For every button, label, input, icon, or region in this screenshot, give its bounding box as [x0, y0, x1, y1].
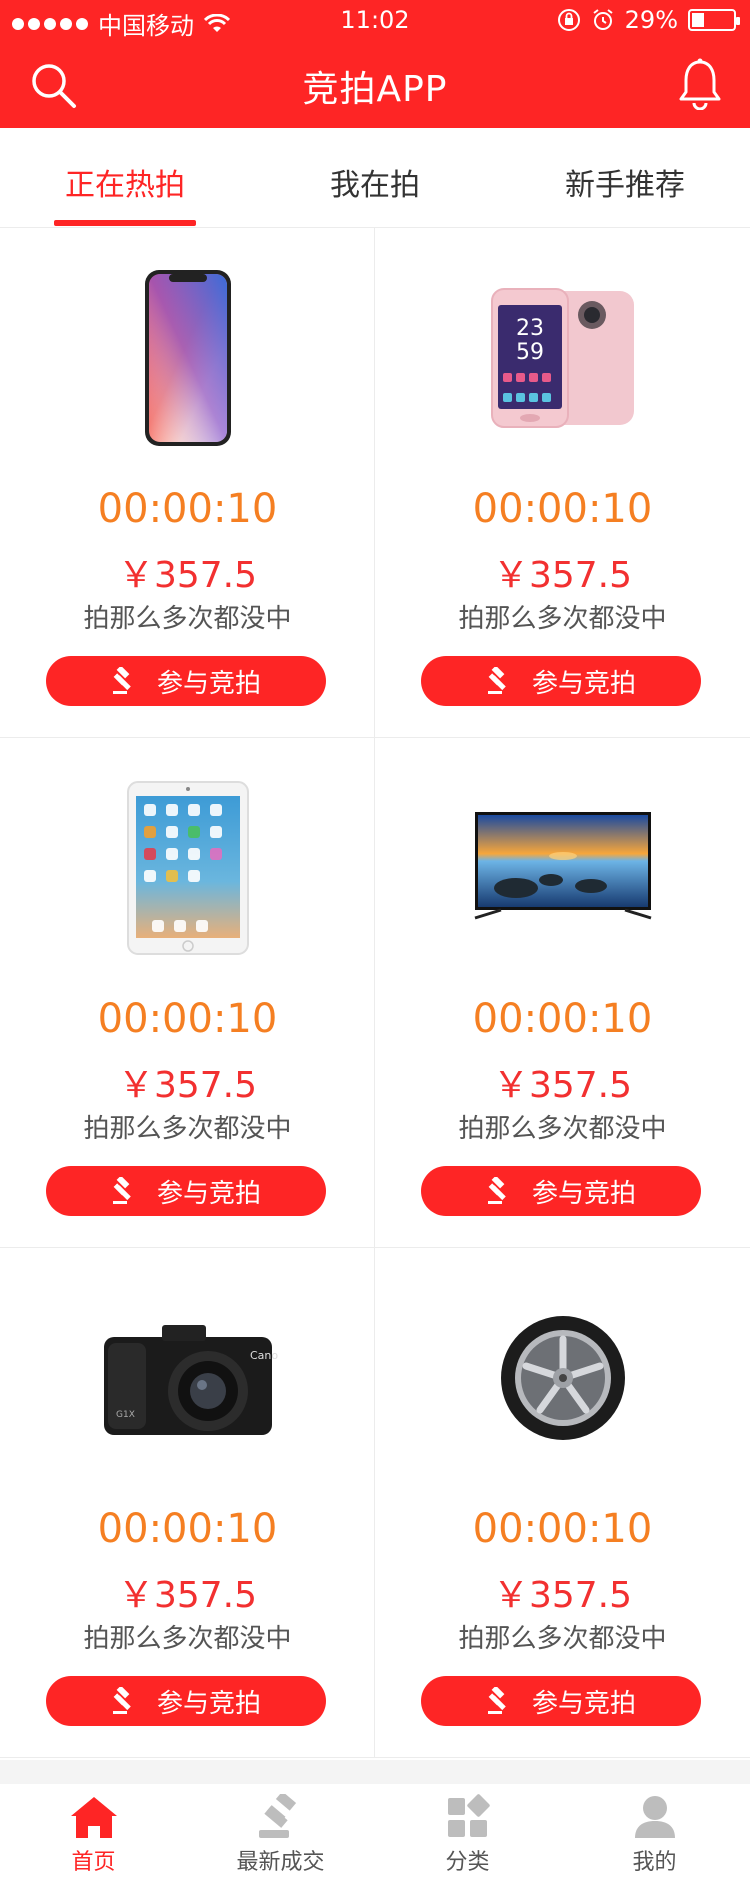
product-price: ￥357.5 — [117, 1575, 258, 1616]
product-price: ￥357.5 — [117, 1065, 258, 1106]
countdown-timer: 00:00:10 — [97, 996, 278, 1042]
tab-my-bidding[interactable]: 我在拍 — [275, 160, 475, 204]
product-price: ￥357.5 — [492, 1065, 633, 1106]
countdown-timer: 00:00:10 — [472, 486, 653, 532]
user-icon — [634, 1796, 675, 1838]
product-card: 23 59 00:00:10 ￥357.5 拍那么多次都没中 参与竞拍 — [375, 228, 750, 738]
product-desc: 拍那么多次都没中 — [83, 1114, 292, 1144]
join-auction-label: 参与竞拍 — [531, 1688, 636, 1719]
gavel-icon — [487, 1177, 506, 1204]
countdown-timer: 00:00:10 — [97, 1506, 278, 1552]
gavel-icon — [258, 1794, 296, 1838]
product-card: 00:00:10 ￥357.5 拍那么多次都没中 参与竞拍 — [0, 228, 375, 738]
join-auction-button[interactable]: 参与竞拍 — [421, 1676, 701, 1726]
join-auction-button[interactable]: 参与竞拍 — [46, 656, 326, 706]
lock-rotation-icon — [557, 9, 580, 31]
bottom-tab-bar: 首页 最新成交 分类 我的 — [0, 1760, 750, 1883]
countdown-timer: 00:00:10 — [97, 486, 278, 532]
product-card: Canon G1X 00:00:10 ￥357.5 拍那么多次都没中 参与竞拍 — [0, 1248, 375, 1758]
status-bar: 中国移动 11:02 29% — [0, 0, 750, 40]
gavel-icon — [112, 667, 131, 694]
product-desc: 拍那么多次都没中 — [83, 604, 292, 634]
join-auction-label: 参与竞拍 — [531, 1178, 636, 1209]
product-image-ipad[interactable] — [0, 778, 375, 958]
product-card: 00:00:10 ￥357.5 拍那么多次都没中 参与竞拍 — [0, 738, 375, 1248]
svg-text:23: 23 — [516, 316, 544, 341]
product-desc: 拍那么多次都没中 — [83, 1624, 292, 1654]
countdown-timer: 00:00:10 — [472, 996, 653, 1042]
top-bar: 中国移动 11:02 29% 竞拍APP — [0, 0, 750, 128]
tab-newbie-recommend[interactable]: 新手推荐 — [525, 160, 725, 204]
product-image-iphone-x[interactable] — [0, 268, 375, 448]
gavel-icon — [112, 1177, 131, 1204]
tabbar-separator — [0, 1760, 750, 1784]
tabbar-label: 我的 — [632, 1850, 677, 1875]
tab-hot-auction[interactable]: 正在热拍 — [25, 160, 225, 204]
product-price: ￥357.5 — [117, 555, 258, 596]
join-auction-label: 参与竞拍 — [156, 1688, 261, 1719]
join-auction-button[interactable]: 参与竞拍 — [46, 1676, 326, 1726]
tabbar-label: 分类 — [445, 1850, 490, 1875]
status-right: 29% — [557, 6, 740, 34]
product-desc: 拍那么多次都没中 — [458, 604, 667, 634]
join-auction-label: 参与竞拍 — [156, 1178, 261, 1209]
product-card: 00:00:10 ￥357.5 拍那么多次都没中 参与竞拍 — [375, 1248, 750, 1758]
navigation-bar: 竞拍APP — [0, 40, 750, 128]
tabbar-item-home[interactable]: 首页 — [0, 1784, 187, 1883]
product-price: ￥357.5 — [492, 555, 633, 596]
battery-icon — [688, 9, 740, 31]
product-image-pink-phone[interactable]: 23 59 — [375, 268, 750, 448]
battery-label: 29% — [624, 6, 678, 34]
product-card: 00:00:10 ￥357.5 拍那么多次都没中 参与竞拍 — [375, 738, 750, 1248]
product-image-tv[interactable] — [375, 778, 750, 958]
product-desc: 拍那么多次都没中 — [458, 1624, 667, 1654]
tabbar-item-latest-deals[interactable]: 最新成交 — [187, 1784, 374, 1883]
category-tabs: 正在热拍 我在拍 新手推荐 — [0, 128, 750, 228]
svg-text:59: 59 — [516, 340, 544, 365]
gavel-icon — [112, 1687, 131, 1714]
product-image-tire[interactable] — [375, 1288, 750, 1468]
gavel-icon — [487, 667, 506, 694]
page-title: 竞拍APP — [302, 69, 448, 110]
countdown-timer: 00:00:10 — [472, 1506, 653, 1552]
tabbar-item-category[interactable]: 分类 — [374, 1784, 561, 1883]
gavel-icon — [487, 1687, 506, 1714]
home-icon — [70, 1797, 117, 1838]
join-auction-label: 参与竞拍 — [156, 668, 261, 699]
join-auction-button[interactable]: 参与竞拍 — [46, 1166, 326, 1216]
camera-brand-logo: Canon — [250, 1349, 278, 1362]
product-image-camera[interactable]: Canon G1X — [0, 1288, 375, 1468]
bell-icon[interactable] — [678, 58, 722, 110]
join-auction-button[interactable]: 参与竞拍 — [421, 656, 701, 706]
tabbar-label: 最新成交 — [236, 1850, 325, 1875]
join-auction-button[interactable]: 参与竞拍 — [421, 1166, 701, 1216]
tabbar-label: 首页 — [71, 1850, 116, 1875]
alarm-icon — [593, 9, 613, 30]
category-icon — [447, 1794, 490, 1837]
tabbar-item-profile[interactable]: 我的 — [561, 1784, 748, 1883]
camera-model-label: G1X — [116, 1410, 135, 1420]
active-tab-indicator — [54, 220, 196, 226]
join-auction-label: 参与竞拍 — [531, 668, 636, 699]
product-price: ￥357.5 — [492, 1575, 633, 1616]
product-desc: 拍那么多次都没中 — [458, 1114, 667, 1144]
